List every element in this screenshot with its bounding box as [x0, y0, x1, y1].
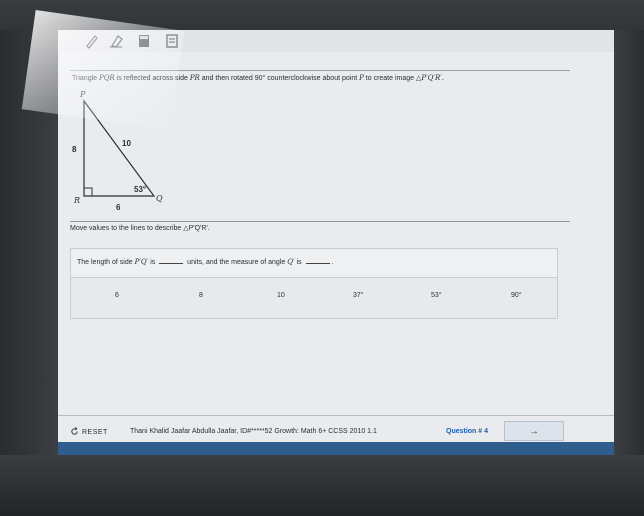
- calculator-icon[interactable]: [136, 33, 152, 49]
- side-rq-label: 6: [116, 203, 121, 212]
- side-pr-label: 8: [72, 145, 77, 154]
- vertex-r-label: R: [73, 196, 80, 205]
- angle-q-label: 53°: [134, 185, 146, 194]
- option-6[interactable]: 6: [111, 290, 123, 301]
- next-button[interactable]: →: [504, 421, 564, 441]
- monitor-bezel-left: [0, 30, 58, 460]
- reset-icon: [70, 427, 79, 438]
- options-bank: 6 8 10 37° 53° 90°: [70, 277, 558, 319]
- option-10[interactable]: 10: [273, 290, 289, 301]
- question-number: Question # 4: [446, 428, 489, 435]
- vertex-q-label: Q: [156, 194, 163, 203]
- divider: [70, 221, 570, 222]
- reset-label: RESET: [82, 429, 108, 436]
- option-53-degrees[interactable]: 53°: [427, 290, 446, 301]
- monitor-bezel-right: [612, 30, 644, 460]
- question-text: Triangle PQR is reflected across side PR…: [72, 74, 445, 82]
- arrow-right-icon: →: [529, 425, 539, 437]
- toolbar: [58, 30, 614, 52]
- eraser-icon[interactable]: [108, 33, 124, 49]
- blank-length-drop-target[interactable]: [159, 257, 184, 264]
- divider: [70, 70, 570, 71]
- sentence: The length of side P′Q′ is units, and th…: [77, 257, 334, 266]
- student-info: Thani Khalid Jaafar Abdulla Jaafar, ID#*…: [130, 428, 377, 435]
- option-90-degrees[interactable]: 90°: [507, 290, 526, 301]
- pencil-icon[interactable]: [84, 33, 100, 49]
- triangle-pqr-figure: P Q R 8 10 6 53°: [72, 90, 163, 212]
- sentence-box: The length of side P′Q′ is units, and th…: [70, 248, 558, 278]
- screen: Triangle PQR is reflected across side PR…: [21, 10, 614, 456]
- side-pq-label: 10: [122, 139, 131, 148]
- vertex-p-label: P: [79, 90, 86, 99]
- reset-button[interactable]: RESET: [70, 427, 108, 438]
- footer-divider: [58, 415, 614, 416]
- notepad-icon[interactable]: [164, 33, 180, 49]
- blank-angle-drop-target[interactable]: [305, 257, 330, 264]
- option-37-degrees[interactable]: 37°: [349, 290, 368, 301]
- monitor-bezel-bottom: [0, 455, 644, 516]
- bottom-bar: [58, 442, 614, 456]
- instruction-text: Move values to the lines to describe △P′…: [70, 225, 210, 232]
- option-8[interactable]: 8: [195, 290, 207, 301]
